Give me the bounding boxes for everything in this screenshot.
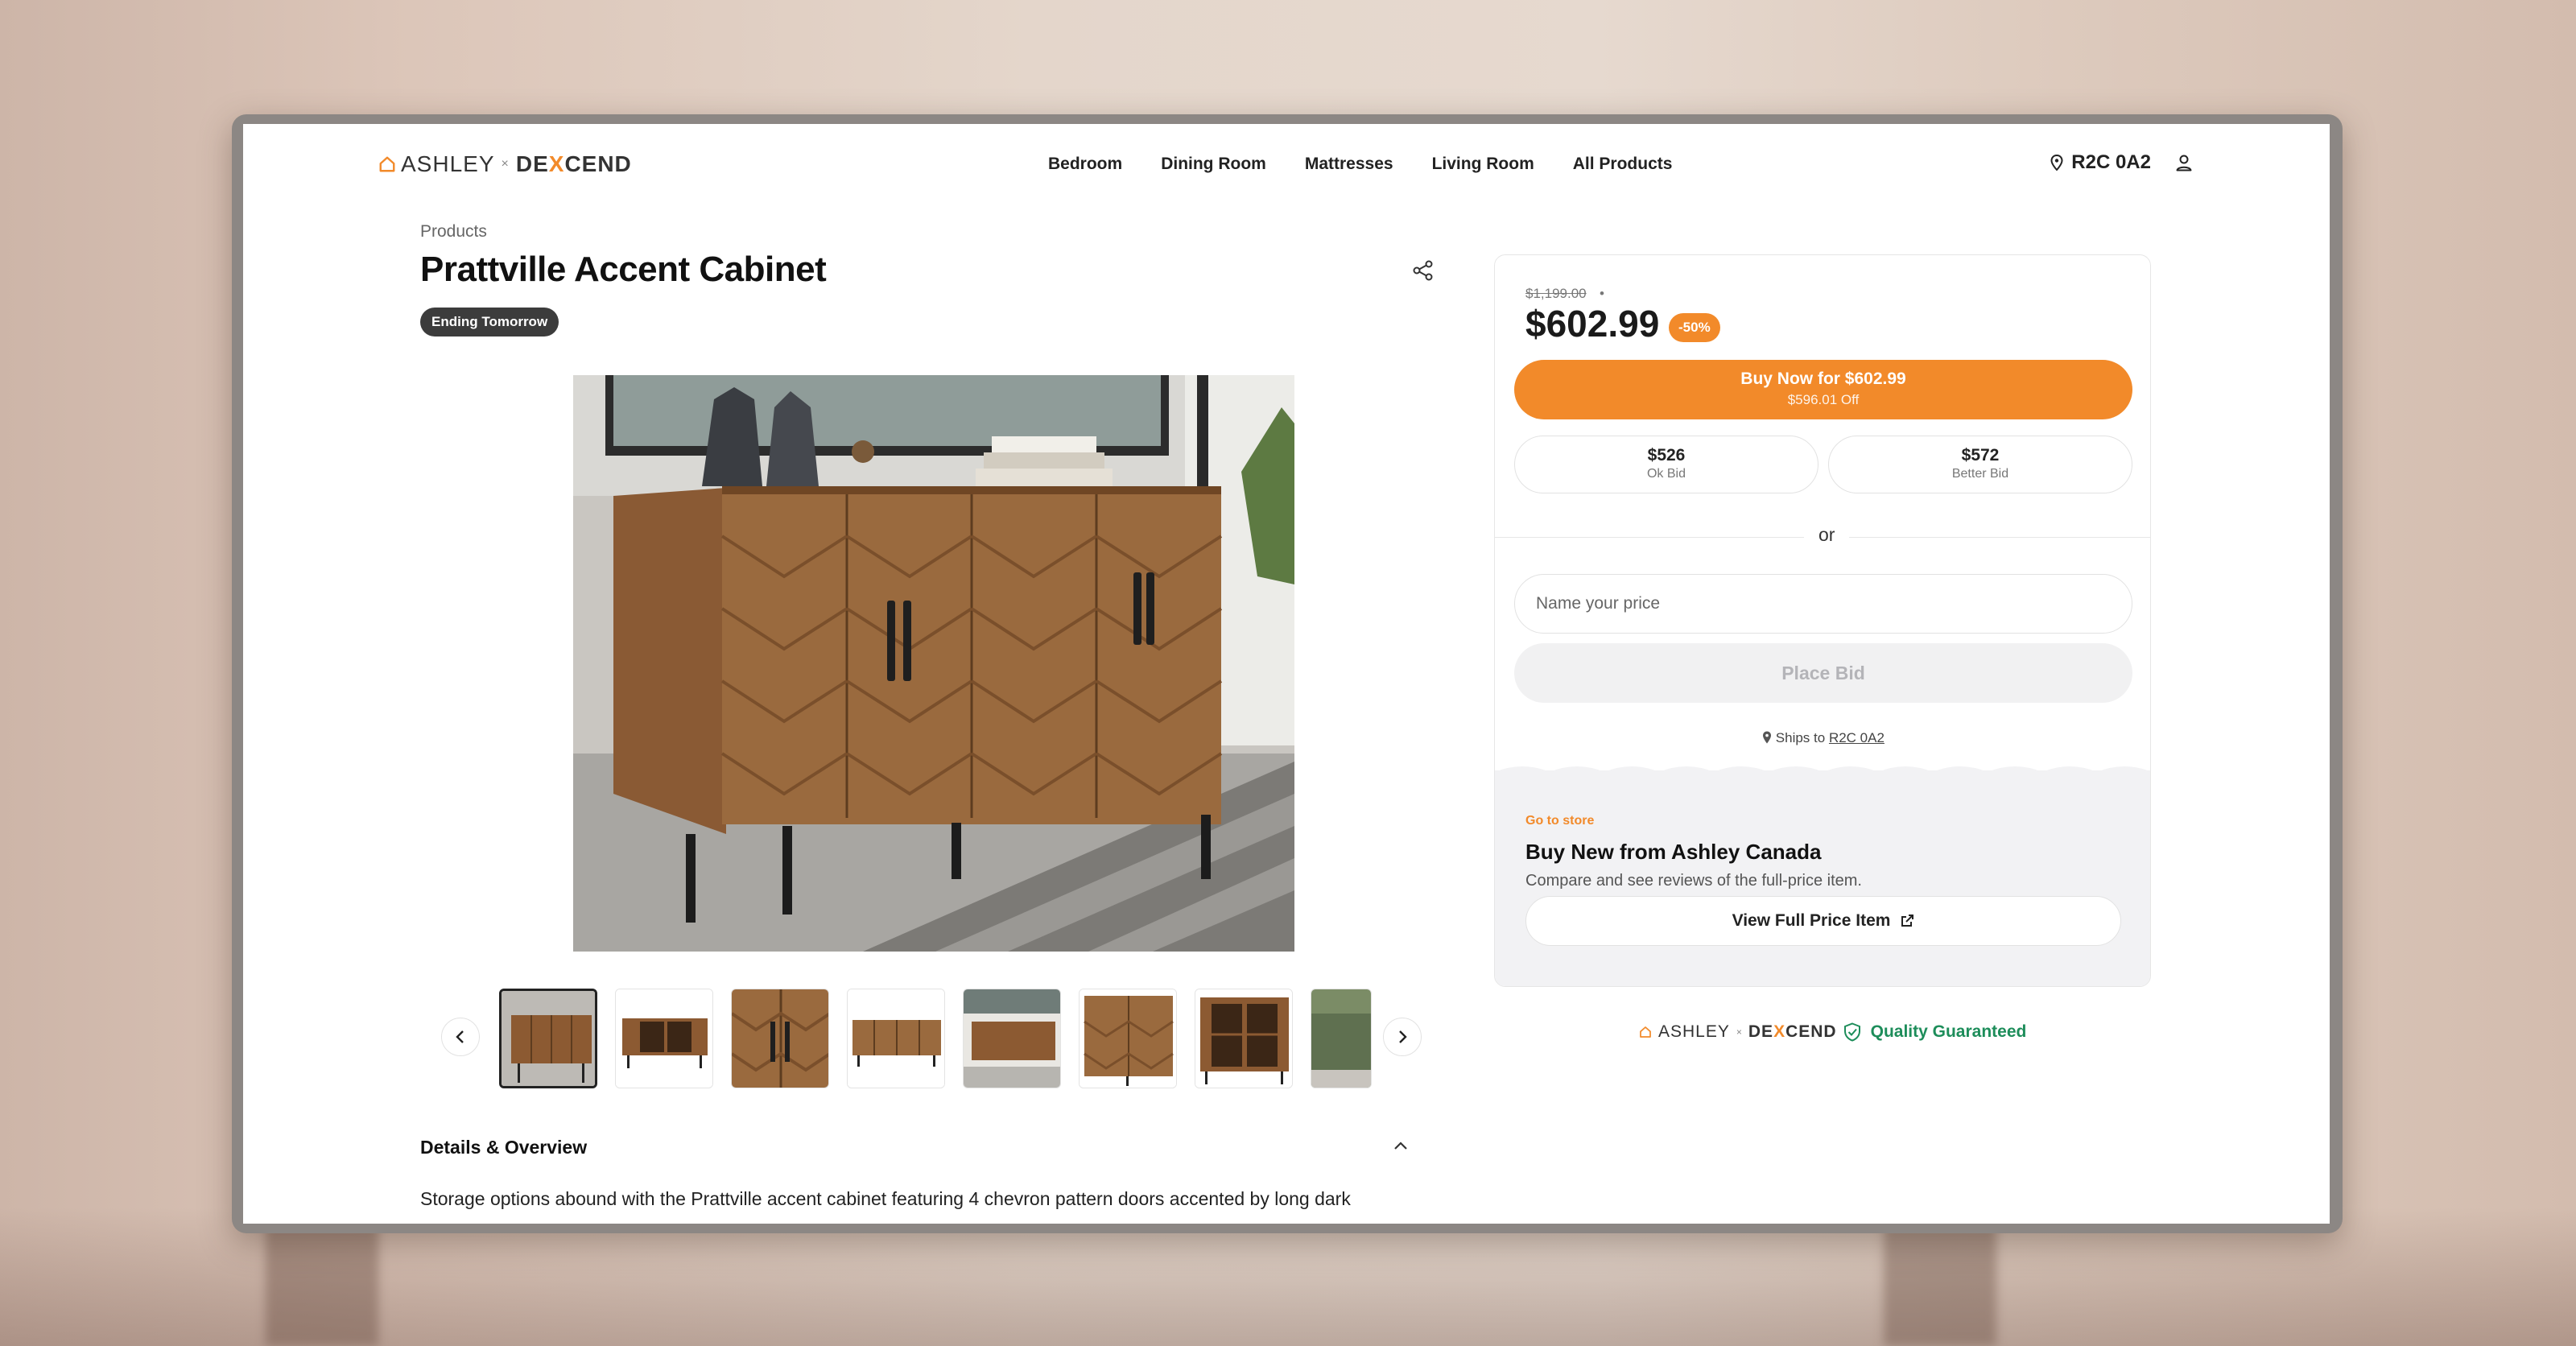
nav-all-products[interactable]: All Products <box>1573 155 1673 174</box>
next-image-button[interactable] <box>1383 1018 1422 1056</box>
compare-text: Compare and see reviews of the full-pric… <box>1525 872 1862 890</box>
buy-now-button[interactable]: Buy Now for $602.99 $596.01 Off <box>1514 360 2132 419</box>
thumbnail-3[interactable] <box>731 989 829 1088</box>
user-icon[interactable] <box>2175 154 2193 171</box>
thumbnail-2[interactable] <box>615 989 713 1088</box>
details-heading[interactable]: Details & Overview <box>420 1137 587 1158</box>
details-description: Storage options abound with the Prattvil… <box>420 1188 1351 1209</box>
quality-guaranteed-label: Quality Guaranteed <box>1870 1022 2027 1041</box>
discount-badge: -50% <box>1669 313 1720 342</box>
thumbnail-6[interactable] <box>1079 989 1177 1088</box>
chevron-left-icon <box>456 1030 464 1043</box>
logo-ashley: ASHLEY <box>401 151 495 176</box>
shield-check-icon <box>1843 1022 1860 1042</box>
product-main-image[interactable] <box>573 375 1294 952</box>
ok-bid-label: Ok Bid <box>1646 467 1686 481</box>
ok-bid-value: $526 <box>1647 446 1686 464</box>
nav-bedroom[interactable]: Bedroom <box>1048 155 1122 174</box>
name-your-price-input[interactable] <box>1514 574 2132 634</box>
view-full-price-label: View Full Price Item <box>1732 911 1891 930</box>
ships-to: Ships to R2C 0A2 <box>1495 730 2150 746</box>
map-pin-icon <box>2050 155 2063 171</box>
thumbnail-8[interactable] <box>1311 989 1372 1088</box>
logo-separator: × <box>501 157 510 171</box>
buy-now-label: Buy Now for $602.99 <box>1740 370 1906 388</box>
thumbnail-5[interactable] <box>963 989 1061 1088</box>
store-section: Go to store Buy New from Ashley Canada C… <box>1495 766 2150 986</box>
browser-viewport: ASHLEY × DEXCEND Bedroom Dining Room Mat… <box>243 124 2330 1224</box>
main-nav: Bedroom Dining Room Mattresses Living Ro… <box>1048 155 1672 174</box>
thumbnail-7[interactable] <box>1195 989 1293 1088</box>
price-separator: • <box>1600 286 1604 301</box>
better-bid-value: $572 <box>1961 446 2000 464</box>
ok-bid-button[interactable]: $526 Ok Bid <box>1514 436 1818 493</box>
thumbnail-1[interactable] <box>499 989 597 1088</box>
quality-guarantee: ASHLEY × DEXCEND Quality Guaranteed <box>1639 1022 2026 1042</box>
footer-logo-dexcend: DEXCEND <box>1748 1022 1837 1041</box>
thumbnail-4[interactable] <box>847 989 945 1088</box>
better-bid-label: Better Bid <box>1951 467 2009 481</box>
footer-logo-ashley: ASHLEY <box>1658 1022 1730 1041</box>
thumbnail-strip <box>436 985 1435 1090</box>
ships-to-label: Ships to <box>1775 730 1826 745</box>
better-bid-button[interactable]: $572 Better Bid <box>1828 436 2132 493</box>
ships-to-postal[interactable]: R2C 0A2 <box>1829 730 1885 745</box>
share-icon[interactable] <box>1412 259 1435 282</box>
nav-dining-room[interactable]: Dining Room <box>1161 155 1266 174</box>
footer-logo-separator: × <box>1736 1026 1742 1038</box>
original-price: $1,199.00 <box>1525 286 1587 301</box>
logo-dexcend: DEXCEND <box>515 151 632 176</box>
breadcrumb[interactable]: Products <box>420 222 487 242</box>
chevron-up-icon[interactable] <box>1393 1140 1409 1151</box>
nav-mattresses[interactable]: Mattresses <box>1305 155 1393 174</box>
or-text: or <box>1804 524 1850 546</box>
house-icon <box>1640 1026 1651 1038</box>
buy-new-heading: Buy New from Ashley Canada <box>1525 840 1822 864</box>
current-price: $602.99 <box>1525 303 1660 345</box>
external-link-icon <box>1901 915 1914 927</box>
prev-image-button[interactable] <box>441 1018 480 1056</box>
buy-now-savings: $596.01 Off <box>1787 392 1860 407</box>
site-logo[interactable]: ASHLEY × DEXCEND <box>378 151 632 177</box>
pricing-card: $1,199.00 • $602.99 -50% Buy Now for $60… <box>1494 254 2151 987</box>
go-to-store-label: Go to store <box>1525 814 1595 828</box>
chevron-right-icon <box>1399 1030 1407 1043</box>
view-full-price-button[interactable]: View Full Price Item <box>1525 896 2121 946</box>
nav-living-room[interactable]: Living Room <box>1432 155 1534 174</box>
map-pin-icon <box>1763 731 1772 744</box>
product-title: Prattville Accent Cabinet <box>420 250 827 289</box>
location-postal: R2C 0A2 <box>2071 151 2151 173</box>
place-bid-button[interactable]: Place Bid <box>1514 643 2132 703</box>
house-icon <box>379 156 395 172</box>
ending-badge: Ending Tomorrow <box>420 308 559 336</box>
location-selector[interactable]: R2C 0A2 <box>2050 151 2193 174</box>
